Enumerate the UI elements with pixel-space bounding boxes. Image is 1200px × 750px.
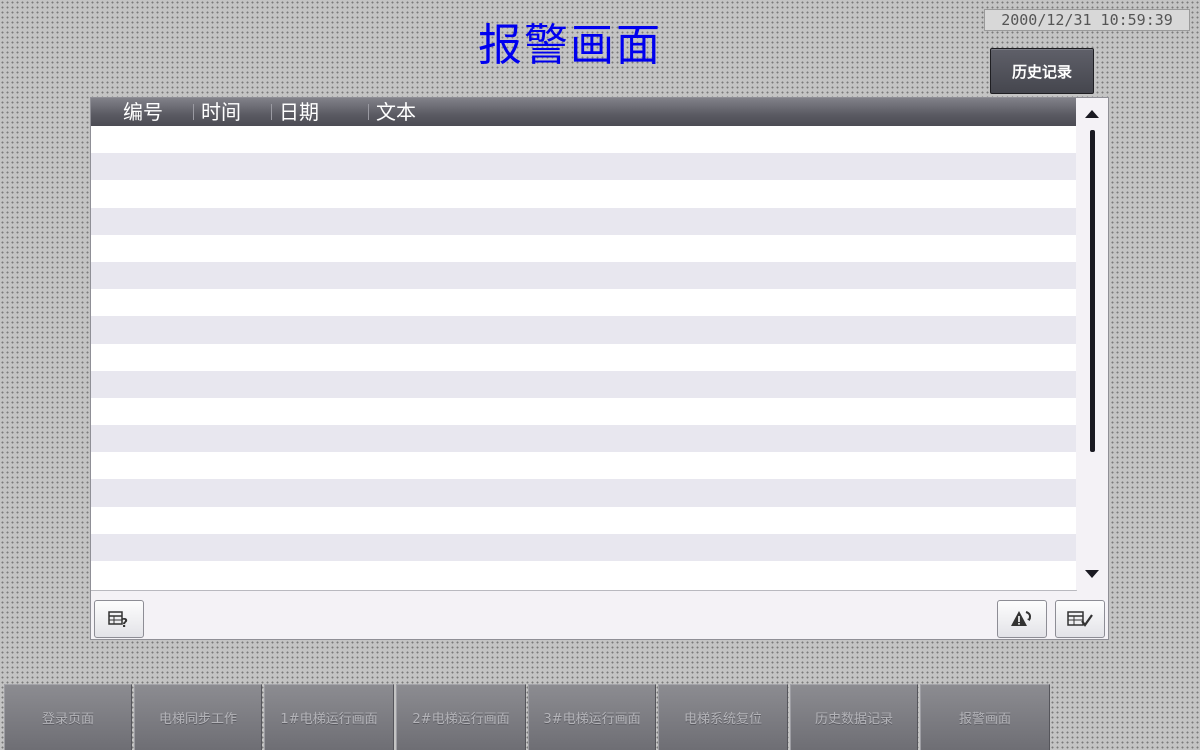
table-row[interactable]	[91, 180, 1076, 207]
table-row[interactable]	[91, 425, 1076, 453]
scroll-down-arrow-icon[interactable]	[1085, 570, 1099, 578]
table-row[interactable]	[91, 316, 1076, 344]
table-row[interactable]	[91, 153, 1076, 181]
scroll-up-arrow-icon[interactable]	[1085, 110, 1099, 118]
page-title: 报警画面	[478, 20, 662, 71]
column-header-date[interactable]: 日期	[271, 98, 319, 126]
table-row[interactable]	[91, 289, 1076, 316]
history-records-button[interactable]: 历史记录	[990, 48, 1094, 94]
nav-elevator-3-running[interactable]: 3#电梯运行画面	[528, 684, 656, 750]
nav-elevator-sync[interactable]: 电梯同步工作	[134, 684, 262, 750]
svg-text:?: ?	[121, 616, 128, 629]
alarm-view: 编号 时间 日期 文本 ?	[90, 97, 1109, 640]
table-rows	[91, 126, 1076, 588]
table-row[interactable]	[91, 344, 1076, 371]
table-row[interactable]	[91, 452, 1076, 479]
nav-elevator-system-reset[interactable]: 电梯系统复位	[658, 684, 788, 750]
table-row[interactable]	[91, 235, 1076, 262]
nav-alarm-page[interactable]: 报警画面	[920, 684, 1050, 750]
table-row[interactable]	[91, 561, 1076, 588]
alarm-acknowledge-icon	[1011, 611, 1031, 626]
edit-alarm-button[interactable]	[1055, 600, 1105, 638]
table-row[interactable]	[91, 533, 1076, 561]
nav-history-data[interactable]: 历史数据记录	[790, 684, 918, 750]
alarm-table: 编号 时间 日期 文本	[91, 98, 1077, 591]
vertical-scrollbar[interactable]	[1076, 98, 1108, 590]
table-row[interactable]	[91, 261, 1076, 290]
nav-elevator-2-running[interactable]: 2#电梯运行画面	[396, 684, 526, 750]
column-header-time[interactable]: 时间	[193, 98, 241, 126]
nav-login-page[interactable]: 登录页面	[4, 684, 132, 750]
nav-elevator-1-running[interactable]: 1#电梯运行画面	[264, 684, 394, 750]
table-row[interactable]	[91, 479, 1076, 507]
table-help-icon: ?	[108, 611, 128, 629]
scroll-thumb[interactable]	[1090, 130, 1095, 452]
table-row[interactable]	[91, 370, 1076, 398]
alarm-info-button[interactable]: ?	[94, 600, 144, 638]
bottom-navigation: 登录页面 电梯同步工作 1#电梯运行画面 2#电梯运行画面 3#电梯运行画面 电…	[0, 684, 1200, 750]
table-header: 编号 时间 日期 文本	[91, 98, 1076, 126]
table-edit-icon	[1067, 611, 1093, 627]
table-row[interactable]	[91, 207, 1076, 235]
table-row[interactable]	[91, 398, 1076, 425]
date-time-display: 2000/12/31 10:59:39	[984, 9, 1190, 31]
column-header-text[interactable]: 文本	[368, 98, 416, 126]
column-header-number[interactable]: 编号	[123, 98, 163, 126]
table-row[interactable]	[91, 507, 1076, 534]
table-row[interactable]	[91, 126, 1076, 153]
acknowledge-alarm-button[interactable]	[997, 600, 1047, 638]
